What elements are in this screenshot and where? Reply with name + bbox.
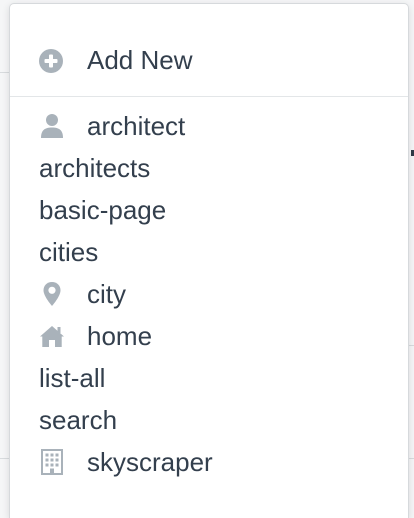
add-new-button[interactable]: Add New (10, 4, 408, 97)
menu-item-label: cities (39, 237, 99, 267)
map-marker-icon (39, 281, 65, 307)
add-new-label: Add New (87, 45, 193, 75)
user-icon (39, 113, 65, 139)
background-divider (0, 72, 9, 73)
home-icon (39, 323, 65, 349)
menu-item-basic-page[interactable]: basic-page (10, 189, 408, 231)
plus-circle-icon (39, 49, 63, 73)
menu-item-label: search (39, 405, 118, 435)
menu-item-architects[interactable]: architects (10, 147, 408, 189)
menu-item-label: home (87, 321, 153, 351)
menu-item-skyscraper[interactable]: skyscraper (10, 441, 408, 483)
menu-item-label: basic-page (39, 195, 167, 225)
menu-item-label: city (87, 279, 126, 309)
menu-item-list-all[interactable]: list-all (10, 357, 408, 399)
menu-item-city[interactable]: city (10, 273, 408, 315)
building-icon (39, 449, 65, 475)
background-divider (409, 458, 414, 459)
template-dropdown-menu: Add New architect architects basic-page … (9, 3, 409, 518)
menu-item-label: architect (87, 111, 186, 141)
menu-item-label: list-all (39, 363, 106, 393)
background-divider (0, 458, 9, 459)
menu-item-label: skyscraper (87, 447, 213, 477)
menu-item-cities[interactable]: cities (10, 231, 408, 273)
background-divider (409, 345, 414, 346)
menu-item-label: architects (39, 153, 151, 183)
menu-item-architect[interactable]: architect (10, 105, 408, 147)
menu-item-home[interactable]: home (10, 315, 408, 357)
menu-item-search[interactable]: search (10, 399, 408, 441)
